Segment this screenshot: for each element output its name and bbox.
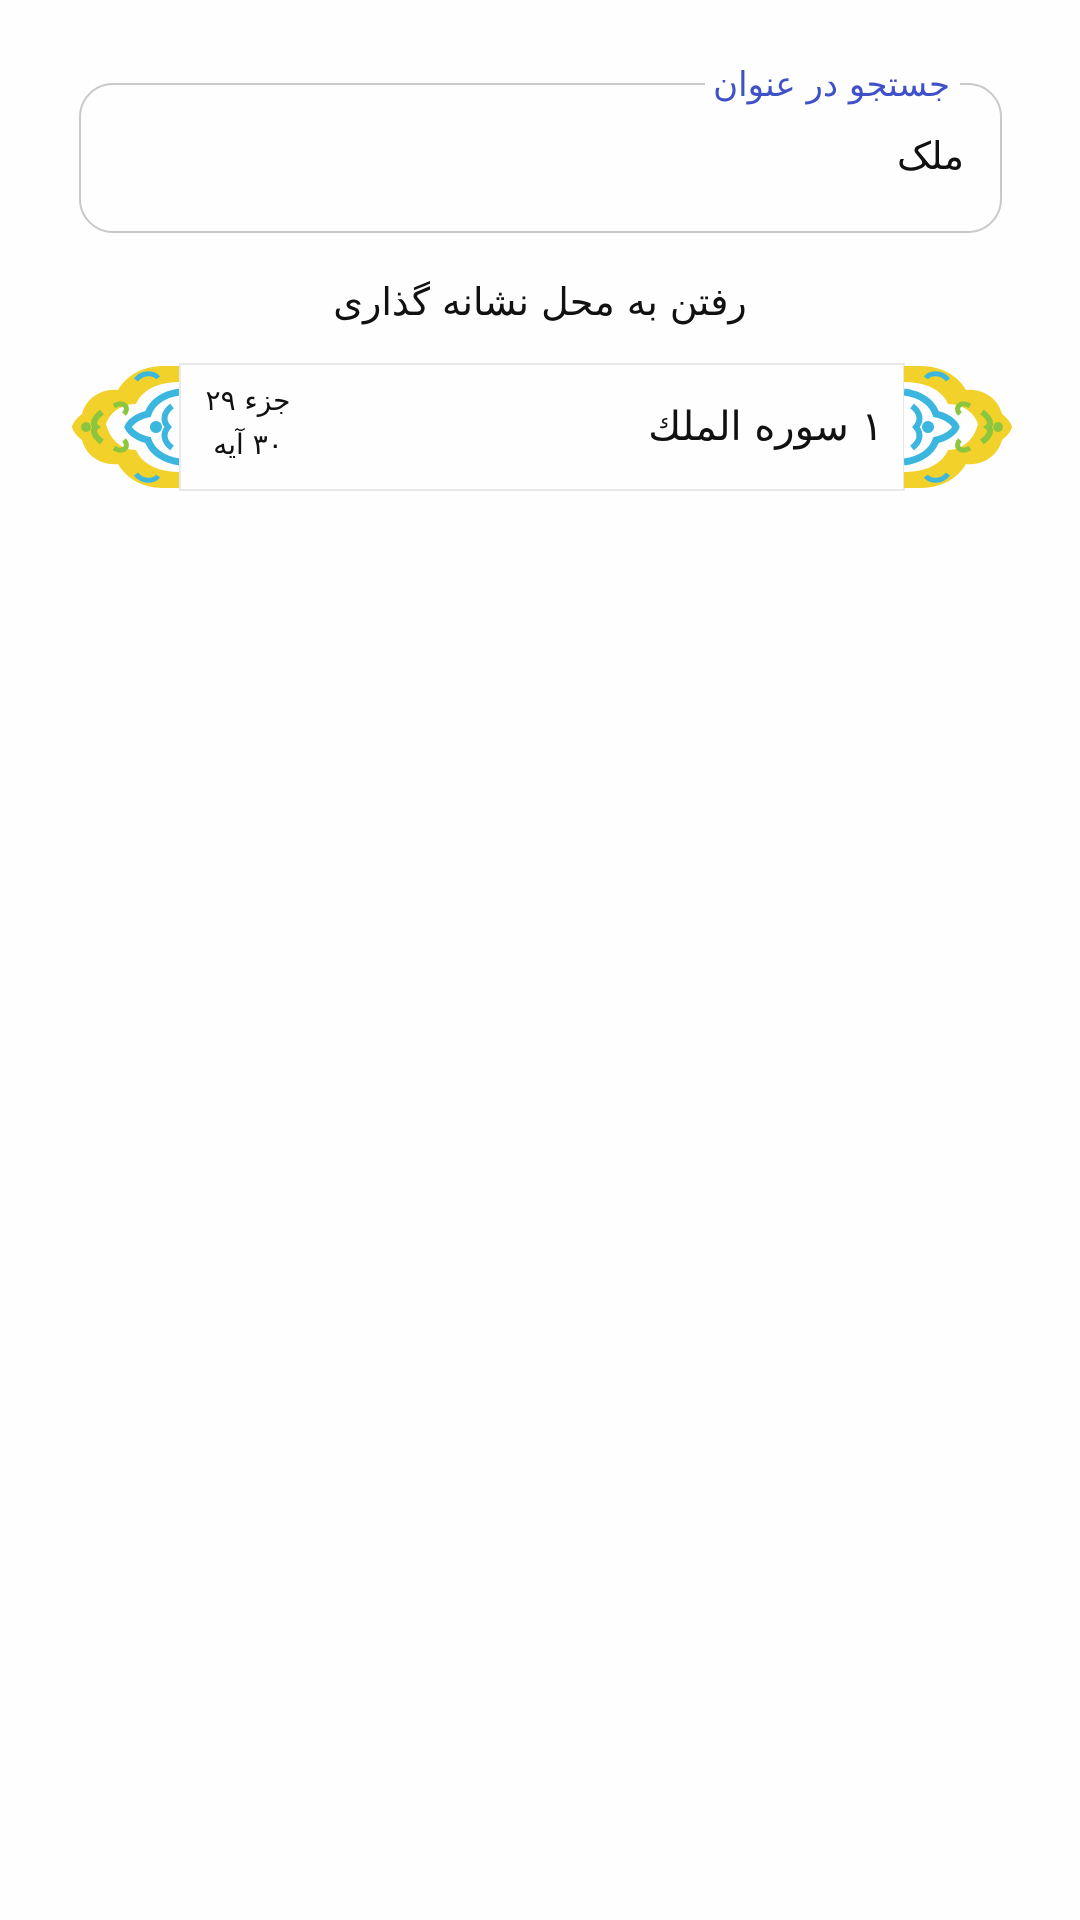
list-item[interactable]: ۱ سوره الملك جزء ۲۹ ۳۰ آیه: [72, 360, 1012, 494]
search-field[interactable]: جستجو در عنوان ملک: [79, 65, 1002, 233]
ornament-left-icon: [72, 366, 180, 488]
goto-bookmark-button[interactable]: رفتن به محل نشانه گذاری: [0, 274, 1080, 330]
ayat-count: ۳۰ آیه: [213, 428, 283, 461]
search-label: جستجو در عنوان: [705, 65, 960, 105]
search-input[interactable]: ملک: [897, 133, 964, 179]
surah-card: ۱ سوره الملك جزء ۲۹ ۳۰ آیه: [179, 363, 905, 491]
surah-title: ۱ سوره الملك: [648, 404, 883, 450]
juz-label: جزء ۲۹: [205, 384, 291, 417]
surah-meta: جزء ۲۹ ۳۰ آیه: [193, 379, 303, 467]
ornament-right-icon: [904, 366, 1012, 488]
